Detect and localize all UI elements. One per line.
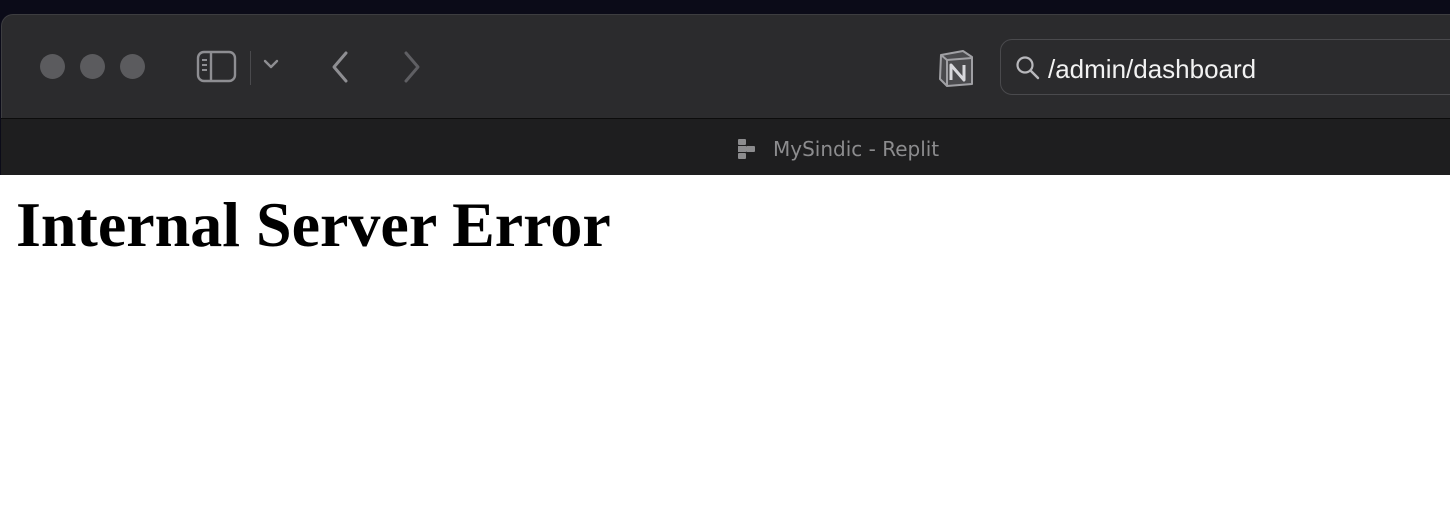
window-minimize-button[interactable] — [80, 54, 105, 79]
tab-bar: MySindic - Replit — [1, 118, 1450, 175]
sidebar-toggle-icon[interactable] — [196, 50, 238, 84]
address-bar[interactable]: /admin/dashboard — [1000, 39, 1450, 95]
window-close-button[interactable] — [40, 54, 65, 79]
active-tab[interactable]: MySindic - Replit — [737, 137, 939, 161]
search-icon — [1015, 55, 1041, 86]
chevron-down-icon[interactable] — [262, 58, 280, 70]
window-zoom-button[interactable] — [120, 54, 145, 79]
tab-title: MySindic - Replit — [773, 137, 940, 161]
browser-window-chrome: /admin/dashboard MySindic - Replit — [0, 14, 1450, 175]
error-heading: Internal Server Error — [16, 189, 611, 260]
address-url-text[interactable]: /admin/dashboard — [1048, 54, 1256, 85]
forward-arrow-icon[interactable] — [398, 49, 426, 85]
notion-icon[interactable] — [935, 47, 977, 89]
browser-toolbar: /admin/dashboard — [1, 14, 1450, 118]
replit-icon — [737, 138, 757, 160]
back-arrow-icon[interactable] — [326, 49, 354, 85]
menu-bar-strip — [0, 0, 1450, 14]
toolbar-divider — [250, 51, 251, 85]
page-content: Internal Server Error — [0, 175, 1450, 510]
